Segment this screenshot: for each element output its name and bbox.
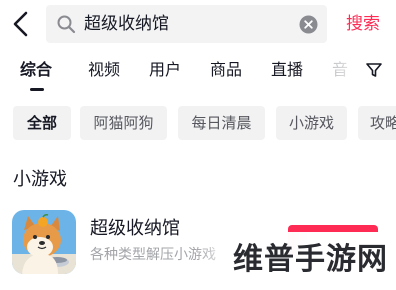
- chip-daily-morning[interactable]: 每日清晨: [178, 106, 265, 140]
- active-tab-indicator: [30, 88, 44, 91]
- chip-mini-games[interactable]: 小游戏: [276, 106, 347, 140]
- search-submit-button[interactable]: 搜索: [340, 8, 386, 40]
- tabs-fade-overlay: [325, 50, 365, 90]
- watermark: 维普手游网: [233, 232, 392, 286]
- chip-cats-dogs[interactable]: 阿猫阿狗: [80, 106, 167, 140]
- chevron-left-icon: [13, 11, 28, 37]
- filter-chips: 全部 阿猫阿狗 每日清晨 小游戏 攻略: [0, 106, 396, 140]
- tab-general[interactable]: 综合: [20, 50, 52, 90]
- filter-icon[interactable]: [364, 60, 384, 80]
- game-app-icon[interactable]: [12, 210, 76, 274]
- watermark-text: 维普手游网: [233, 242, 388, 277]
- search-icon: [57, 15, 76, 34]
- tab-users[interactable]: 用户: [149, 50, 181, 90]
- description-fade-overlay: [196, 240, 236, 270]
- category-tabs: 综合 视频 用户 商品 直播 音: [0, 50, 396, 92]
- tab-live[interactable]: 直播: [271, 50, 303, 90]
- search-box[interactable]: 超级收纳馆: [46, 5, 327, 43]
- back-button[interactable]: [10, 10, 32, 38]
- chip-all[interactable]: 全部: [13, 106, 71, 140]
- chip-guides[interactable]: 攻略: [358, 106, 396, 140]
- clear-icon[interactable]: [299, 15, 318, 34]
- search-results-page: 超级收纳馆 搜索 综合 视频 用户 商品 直播 音 全部 阿猫阿狗 每日清晨 小…: [0, 0, 396, 290]
- tab-video[interactable]: 视频: [88, 50, 120, 90]
- section-title: 小游戏: [13, 169, 67, 190]
- shiba-dog-game-icon: [12, 210, 76, 274]
- tab-products[interactable]: 商品: [210, 50, 242, 90]
- search-input[interactable]: 超级收纳馆: [84, 5, 284, 43]
- game-title: 超级收纳馆: [90, 218, 180, 239]
